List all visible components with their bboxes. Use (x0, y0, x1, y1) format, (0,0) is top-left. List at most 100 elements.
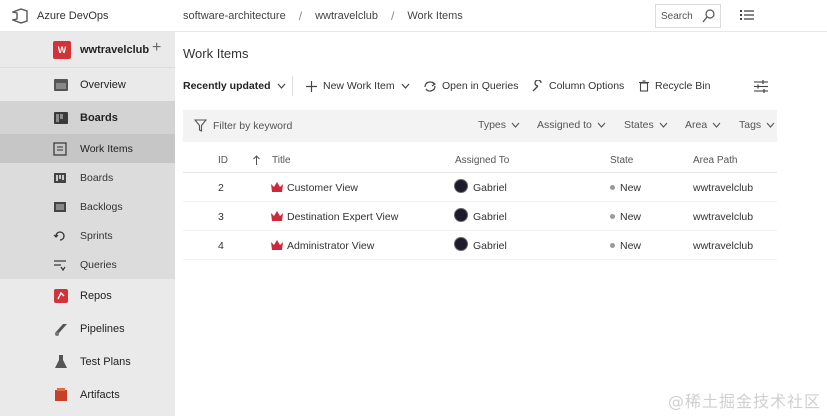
avatar (454, 237, 468, 251)
sidebar-item-label: Boards (80, 111, 118, 124)
chevron-down-icon (766, 122, 775, 128)
avatar (454, 208, 468, 222)
column-options-button[interactable]: Column Options (531, 80, 624, 92)
cell-title[interactable]: Administrator View (287, 240, 374, 252)
table-header: ID Title Assigned To State Area Path (183, 147, 777, 173)
sidebar-item-label: Pipelines (80, 322, 125, 335)
cell-state: New (620, 211, 642, 223)
column-header-title[interactable]: Title (272, 155, 291, 166)
breadcrumb-org[interactable]: software-architecture (183, 10, 286, 22)
add-icon[interactable]: + (152, 39, 161, 57)
view-selector[interactable]: Recently updated (183, 80, 292, 92)
repos-icon (54, 288, 68, 303)
filter-assigned-dropdown[interactable]: Assigned to (537, 119, 606, 131)
table-row[interactable]: 2 Customer View Gabriel New wwtravelclub (183, 173, 777, 202)
breadcrumb-page[interactable]: Work Items (407, 10, 462, 22)
search-icon (702, 9, 715, 23)
sidebar-item-boards[interactable]: Boards (0, 101, 175, 134)
top-bar: Azure DevOps software-architecture / wwt… (0, 0, 827, 32)
page-title: Work Items (183, 46, 249, 61)
queries-icon (54, 259, 66, 271)
sidebar-item-pipelines[interactable]: Pipelines (0, 312, 175, 345)
work-items-icon (53, 141, 67, 156)
filter-dropdown-label: States (624, 119, 654, 131)
sidebar: W wwtravelclub + Overview Boards Work It… (0, 32, 175, 416)
breadcrumb-project[interactable]: wwtravelclub (315, 10, 378, 22)
plus-icon (306, 80, 317, 92)
azure-devops-logo-icon (12, 7, 28, 24)
toolbar: Recently updated New Work Item Open in Q… (175, 76, 827, 98)
cell-assigned-to: Gabriel (473, 211, 507, 223)
overview-icon (54, 78, 68, 91)
sidebar-item-backlogs[interactable]: Backlogs (0, 192, 175, 221)
filter-keyword-input[interactable]: Filter by keyword (213, 120, 292, 132)
cell-state: New (620, 182, 642, 194)
new-work-item-button[interactable]: New Work Item (306, 80, 410, 92)
column-options-label: Column Options (549, 80, 625, 92)
sidebar-item-label: Queries (80, 258, 117, 271)
breadcrumb-separator: / (391, 8, 395, 23)
cell-area-path: wwtravelclub (693, 211, 754, 223)
filter-types-dropdown[interactable]: Types (478, 119, 520, 131)
main-content: Work Items Recently updated New Work Ite… (175, 32, 827, 416)
sidebar-item-work-items[interactable]: Work Items (0, 134, 175, 163)
cell-title[interactable]: Destination Expert View (287, 211, 398, 223)
user-story-icon (271, 211, 283, 221)
sidebar-item-label: Artifacts (80, 388, 120, 401)
sidebar-item-label: Work Items (80, 142, 133, 155)
table-row[interactable]: 4 Administrator View Gabriel New wwtrave… (183, 231, 777, 260)
wrench-icon (532, 80, 542, 92)
filter-dropdown-label: Tags (739, 119, 762, 131)
table-row[interactable]: 3 Destination Expert View Gabriel New ww… (183, 202, 777, 231)
filter-dropdown-label: Types (478, 119, 507, 131)
chevron-down-icon (277, 83, 285, 89)
watermark: @稀土掘金技术社区 (668, 392, 822, 411)
sidebar-item-overview[interactable]: Overview (0, 68, 175, 101)
column-header-area-path[interactable]: Area Path (693, 155, 737, 166)
open-in-queries-button[interactable]: Open in Queries (424, 80, 518, 92)
sidebar-item-label: Boards (80, 171, 114, 184)
boards-sub-icon (54, 172, 66, 183)
column-header-id[interactable]: ID (218, 155, 228, 166)
test-plans-icon (55, 354, 67, 368)
project-avatar: W (53, 41, 71, 59)
breadcrumb: software-architecture / wwtravelclub / W… (175, 9, 827, 23)
open-queries-icon (424, 80, 436, 92)
filter-tags-dropdown[interactable]: Tags (739, 119, 775, 131)
sidebar-item-sprints[interactable]: Sprints (0, 221, 175, 250)
search-input[interactable]: Search (655, 4, 721, 28)
cell-area-path: wwtravelclub (693, 240, 754, 252)
state-indicator-icon (610, 214, 615, 219)
view-options-icon[interactable] (754, 80, 768, 93)
sidebar-item-repos[interactable]: Repos (0, 279, 175, 312)
chevron-down-icon (597, 122, 606, 128)
toolbar-divider (292, 76, 293, 96)
sidebar-item-queries[interactable]: Queries (0, 250, 175, 279)
column-header-assigned-to[interactable]: Assigned To (455, 155, 509, 166)
filter-bar: Filter by keyword Types Assigned to Stat… (183, 110, 777, 142)
user-settings-icon[interactable] (740, 9, 754, 21)
column-header-state[interactable]: State (610, 155, 633, 166)
filter-dropdown-label: Assigned to (537, 119, 592, 131)
sidebar-item-label: Overview (80, 78, 126, 91)
filter-area-dropdown[interactable]: Area (685, 119, 721, 131)
artifacts-icon (55, 387, 67, 401)
cell-id: 4 (218, 240, 224, 252)
sort-ascending-icon[interactable] (253, 155, 260, 165)
sidebar-item-boards-sub[interactable]: Boards (0, 163, 175, 192)
recycle-bin-button[interactable]: Recycle Bin (639, 80, 710, 92)
avatar (454, 179, 468, 193)
cell-title[interactable]: Customer View (287, 182, 358, 194)
filter-states-dropdown[interactable]: States (624, 119, 668, 131)
sprints-icon (53, 230, 65, 241)
project-selector[interactable]: W wwtravelclub + (0, 32, 175, 68)
new-work-item-label: New Work Item (323, 80, 395, 92)
chevron-down-icon (659, 122, 668, 128)
chevron-down-icon (712, 122, 721, 128)
brand[interactable]: Azure DevOps (0, 0, 175, 32)
sidebar-item-artifacts[interactable]: Artifacts (0, 378, 175, 411)
sidebar-item-test-plans[interactable]: Test Plans (0, 345, 175, 378)
work-items-table: ID Title Assigned To State Area Path 2 C… (183, 147, 777, 260)
backlogs-icon (54, 201, 66, 212)
open-in-queries-label: Open in Queries (442, 80, 519, 92)
